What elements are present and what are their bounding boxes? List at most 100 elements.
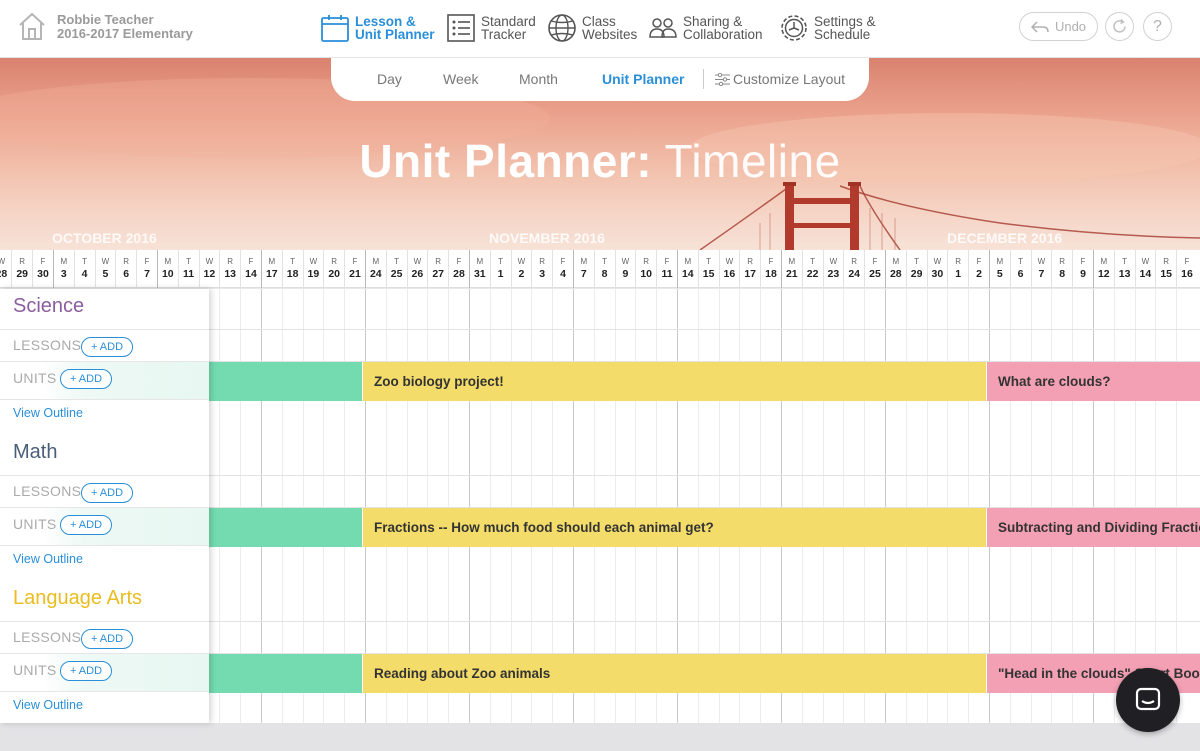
day-letter: W bbox=[725, 257, 734, 266]
unit-bar[interactable] bbox=[209, 508, 362, 547]
day-number: 11 bbox=[183, 268, 195, 280]
unit-bar[interactable] bbox=[209, 362, 362, 401]
day-cell: F 11 bbox=[656, 250, 677, 288]
help-button[interactable]: ? bbox=[1143, 12, 1172, 41]
day-number: 18 bbox=[765, 268, 777, 280]
tab-day[interactable]: Day bbox=[377, 71, 402, 87]
day-number: 7 bbox=[144, 268, 150, 280]
day-cell: M 14 bbox=[676, 250, 698, 288]
day-letter: W bbox=[621, 257, 630, 266]
day-cell: T4 bbox=[73, 250, 95, 288]
day-letter: R bbox=[19, 257, 26, 266]
undo-button[interactable]: Undo bbox=[1019, 12, 1098, 41]
home-icon[interactable] bbox=[18, 11, 46, 41]
day-letter: M bbox=[996, 257, 1004, 266]
day-cell: T 18 bbox=[281, 250, 303, 288]
day-letter: R bbox=[123, 257, 130, 266]
add-lesson-button[interactable]: + ADD bbox=[81, 629, 133, 649]
day-cell: W 19 bbox=[302, 250, 324, 288]
day-cell: F 30 bbox=[32, 250, 53, 288]
day-cell: F 16 bbox=[1176, 250, 1197, 288]
user-name: Robbie Teacher bbox=[57, 12, 154, 27]
day-number: 28 bbox=[889, 268, 902, 280]
nav-settings-schedule[interactable]: Settings & Schedule bbox=[779, 10, 876, 46]
day-number: 21 bbox=[785, 268, 798, 280]
day-cell: R 24 bbox=[843, 250, 864, 288]
subject-block: Language Arts LESSONS + ADD UNITS + ADD View … bbox=[0, 581, 209, 727]
nav-sharing-collaboration[interactable]: Sharing & Collaboration bbox=[648, 10, 763, 46]
day-number: 29 bbox=[910, 268, 923, 280]
unit-bar[interactable] bbox=[209, 654, 362, 693]
user-info: Robbie Teacher 2016-2017 Elementary bbox=[57, 13, 193, 41]
unit-bar[interactable]: Fractions -- How much food should each a… bbox=[363, 508, 986, 547]
add-unit-button[interactable]: + ADD bbox=[60, 661, 112, 681]
page-title-strong: Unit Planner: bbox=[359, 135, 653, 187]
lessons-row: LESSONS + ADD bbox=[0, 621, 209, 653]
month-label-october: OCTOBER 2016 bbox=[52, 230, 157, 246]
day-number: 24 bbox=[369, 268, 382, 280]
day-number: 10 bbox=[640, 268, 653, 280]
view-outline-link[interactable]: View Outline bbox=[13, 698, 83, 712]
day-cell: T 11 bbox=[177, 250, 199, 288]
day-number: 10 bbox=[161, 268, 174, 280]
day-number: 18 bbox=[286, 268, 299, 280]
nav-lesson-unit-planner[interactable]: Lesson & Unit Planner bbox=[320, 10, 435, 46]
add-unit-button[interactable]: + ADD bbox=[60, 515, 112, 535]
day-letter: F bbox=[768, 257, 774, 266]
gear-icon bbox=[781, 15, 807, 41]
nav-standard-tracker[interactable]: Standard Tracker bbox=[446, 10, 536, 46]
units-row: UNITS + ADD bbox=[0, 653, 209, 692]
add-lesson-button[interactable]: + ADD bbox=[81, 337, 133, 357]
date-strip: W28R29F30M3T4W5R6F7M10T11W12R13F14M17T18… bbox=[0, 250, 1200, 288]
people-icon bbox=[649, 18, 677, 38]
unit-bar[interactable]: Reading about Zoo animals bbox=[363, 654, 986, 693]
day-cell: F 18 bbox=[760, 250, 781, 288]
day-number: 22 bbox=[806, 268, 819, 280]
unit-bar[interactable]: Zoo biology project! bbox=[363, 362, 986, 401]
day-number: 8 bbox=[1059, 268, 1066, 280]
day-letter: F bbox=[456, 257, 462, 266]
unit-bar[interactable]: Subtracting and Dividing Fractions bbox=[987, 508, 1200, 547]
add-lesson-button[interactable]: + ADD bbox=[81, 483, 133, 503]
day-letter: M bbox=[580, 257, 588, 266]
day-letter: T bbox=[1122, 257, 1128, 266]
subject-name: Math bbox=[13, 441, 58, 463]
day-number: 14 bbox=[1139, 268, 1152, 280]
day-number: 4 bbox=[560, 268, 566, 280]
lessons-row: LESSONS + ADD bbox=[0, 329, 209, 361]
view-outline-link[interactable]: View Outline bbox=[13, 552, 83, 566]
customize-layout-button[interactable]: Customize Layout bbox=[715, 71, 845, 87]
day-letter: F bbox=[560, 257, 566, 266]
tab-week[interactable]: Week bbox=[443, 71, 479, 87]
day-number: 23 bbox=[827, 268, 840, 280]
chat-button[interactable] bbox=[1116, 668, 1180, 732]
day-number: 31 bbox=[473, 268, 486, 280]
day-letter: R bbox=[955, 257, 962, 266]
day-number: 14 bbox=[245, 268, 257, 280]
unit-bar[interactable]: What are clouds? bbox=[987, 362, 1200, 401]
day-number: 12 bbox=[203, 268, 216, 280]
tab-unit-planner[interactable]: Unit Planner bbox=[602, 71, 684, 87]
day-number: 1 bbox=[955, 268, 962, 280]
day-letter: F bbox=[872, 257, 878, 266]
subjects-panel: Science LESSONS + ADD UNITS + ADD View Outlin… bbox=[0, 289, 209, 723]
day-letter: R bbox=[747, 257, 754, 266]
day-number: 25 bbox=[869, 268, 881, 280]
day-number: 17 bbox=[265, 268, 278, 280]
school-year: 2016-2017 Elementary bbox=[57, 26, 193, 41]
day-cell: R6 bbox=[115, 250, 136, 288]
nav-class-websites[interactable]: Class Websites bbox=[547, 10, 637, 46]
tab-month[interactable]: Month bbox=[519, 71, 558, 87]
day-letter: M bbox=[372, 257, 380, 266]
sync-button[interactable] bbox=[1105, 12, 1134, 41]
add-unit-button[interactable]: + ADD bbox=[60, 369, 112, 389]
day-letter: R bbox=[227, 257, 234, 266]
lessons-label: LESSONS bbox=[13, 629, 82, 645]
day-cell: M3 bbox=[52, 250, 74, 288]
view-outline-link[interactable]: View Outline bbox=[13, 406, 83, 420]
undo-arrow-icon bbox=[1030, 20, 1049, 33]
day-number: 30 bbox=[931, 268, 944, 280]
day-number: 20 bbox=[328, 268, 341, 280]
day-letter: T bbox=[82, 257, 88, 266]
nav-label: Sharing & Collaboration bbox=[683, 13, 763, 42]
